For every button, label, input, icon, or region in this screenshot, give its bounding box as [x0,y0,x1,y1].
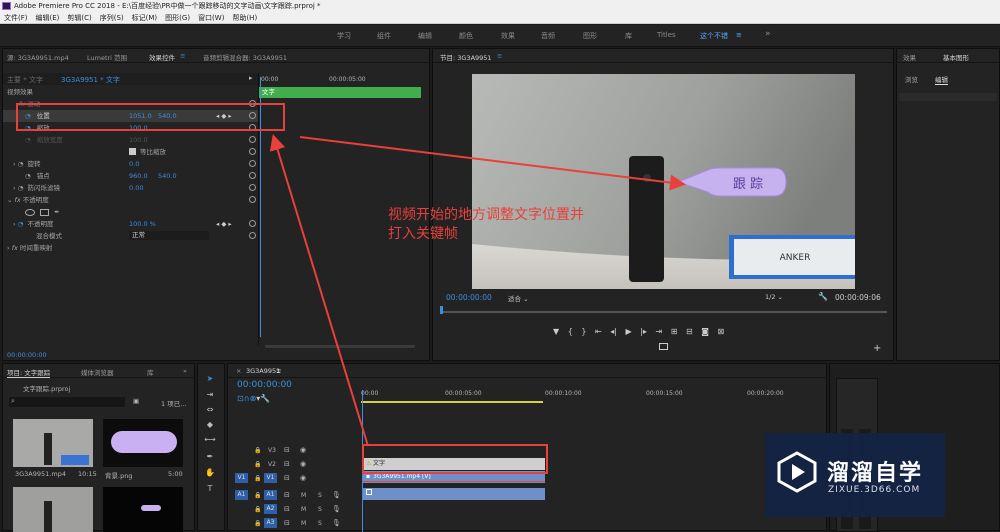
annotation-line-1: 视频开始的地方调整文字位置并 [388,207,584,223]
annotation-line-2: 打入关键帧 [388,226,458,242]
annotation-arrows [269,134,686,447]
arrow-to-text-overlay [299,136,686,191]
arrow-to-position-row [269,134,369,447]
annotation-text: 视频开始的地方调整文字位置并 打入关键帧 [388,206,584,244]
